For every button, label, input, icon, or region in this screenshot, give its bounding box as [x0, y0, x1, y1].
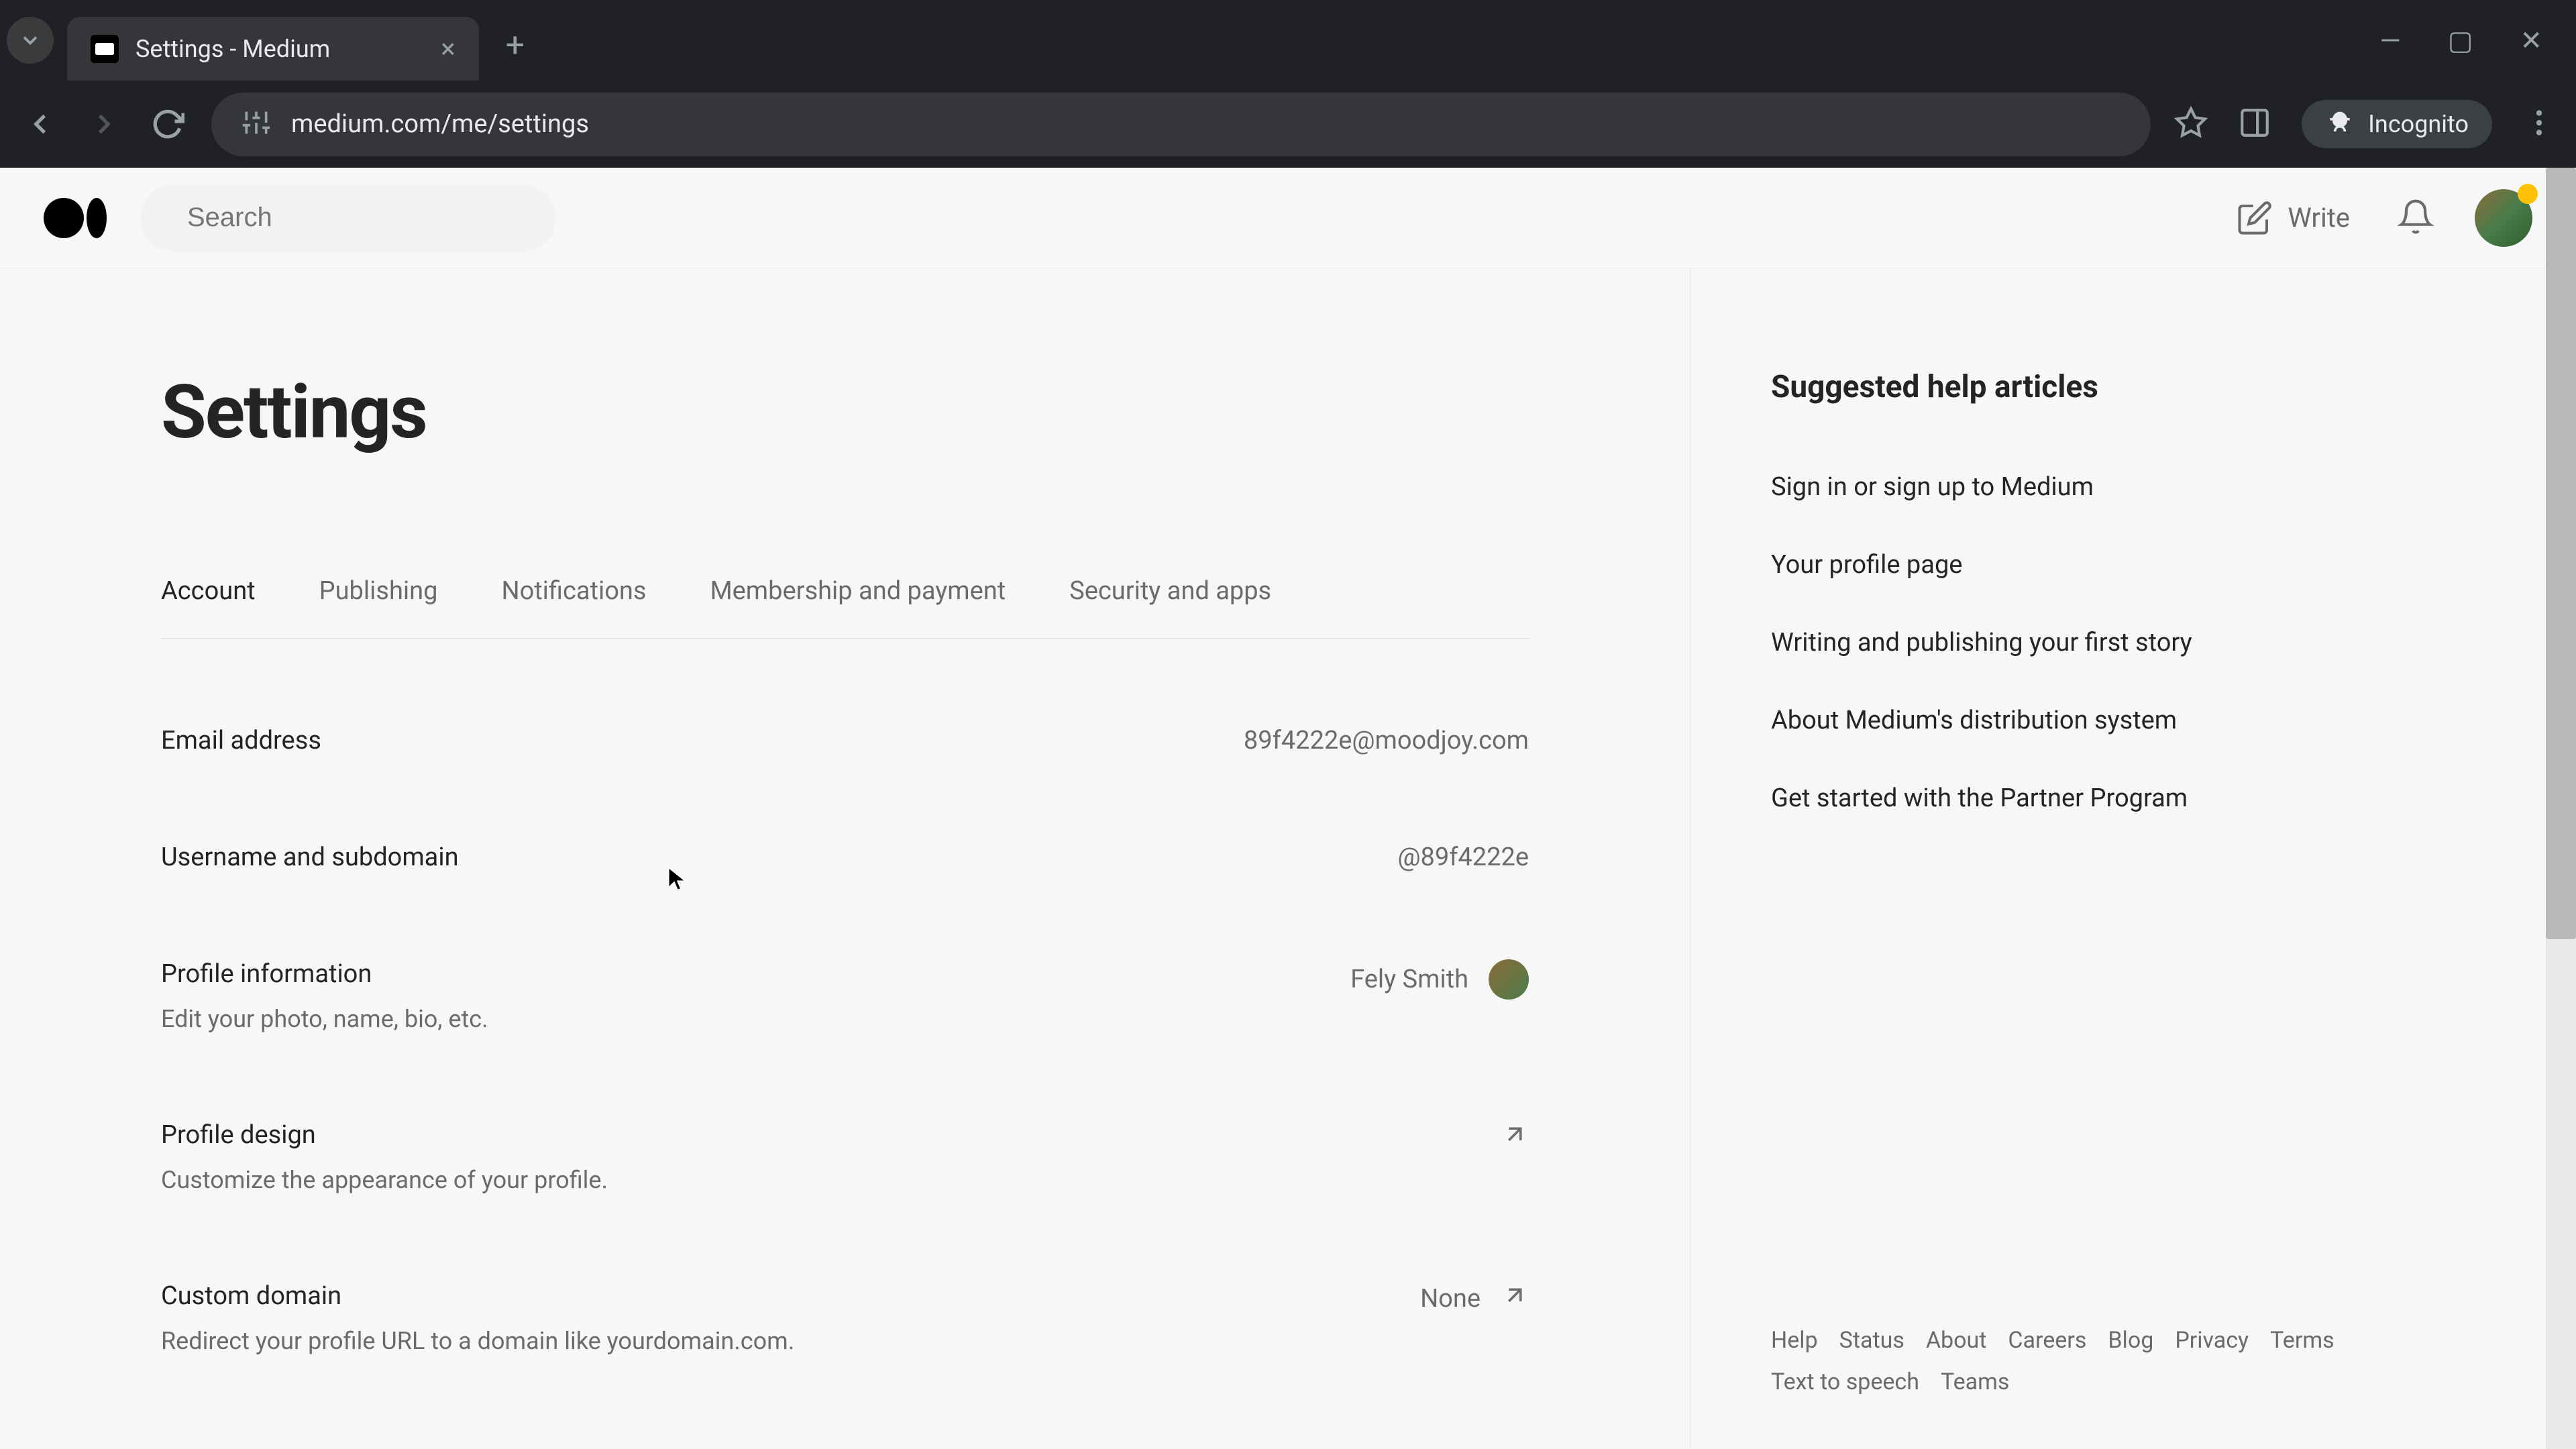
tab-title: Settings - Medium [136, 35, 330, 63]
window-controls: — ▢ ✕ [2379, 25, 2576, 56]
tab-notifications[interactable]: Notifications [501, 576, 646, 606]
profile-mini-avatar [1489, 959, 1529, 1000]
external-link-icon [1501, 1281, 1529, 1316]
browser-menu-button[interactable] [2522, 106, 2556, 142]
custom-domain-value: None [1420, 1284, 1481, 1313]
username-label: Username and subdomain [161, 843, 459, 872]
footer-status[interactable]: Status [1839, 1327, 1904, 1354]
incognito-badge[interactable]: Incognito [2302, 100, 2492, 148]
setting-profile-info[interactable]: Profile information Edit your photo, nam… [161, 959, 1529, 1033]
scrollbar-track[interactable] [2546, 168, 2576, 1449]
email-label: Email address [161, 726, 321, 755]
help-link-writing[interactable]: Writing and publishing your first story [1771, 628, 2395, 657]
external-link-icon [1501, 1120, 1529, 1155]
browser-chrome: Settings - Medium × + — ▢ ✕ medium.com/m… [0, 0, 2576, 168]
url-bar[interactable]: medium.com/me/settings [211, 93, 2151, 156]
minimize-button[interactable]: — [2379, 25, 2400, 56]
back-button[interactable] [20, 104, 60, 144]
profile-design-desc: Customize the appearance of your profile… [161, 1166, 608, 1194]
write-icon [2237, 200, 2273, 236]
scrollbar-thumb[interactable] [2546, 168, 2576, 939]
close-window-button[interactable]: ✕ [2520, 25, 2542, 56]
footer-terms[interactable]: Terms [2270, 1327, 2334, 1354]
help-link-profile[interactable]: Your profile page [1771, 550, 2395, 580]
browser-tab[interactable]: Settings - Medium × [67, 17, 479, 80]
footer-help[interactable]: Help [1771, 1327, 1818, 1354]
write-label: Write [2288, 202, 2350, 233]
help-link-partner[interactable]: Get started with the Partner Program [1771, 784, 2395, 813]
setting-custom-domain[interactable]: Custom domain Redirect your profile URL … [161, 1281, 1529, 1355]
forward-button[interactable] [84, 104, 124, 144]
setting-email[interactable]: Email address 89f4222e@moodjoy.com [161, 726, 1529, 755]
browser-toolbar: medium.com/me/settings Incognito [0, 80, 2576, 168]
profile-info-value: Fely Smith [1350, 965, 1468, 994]
custom-domain-label: Custom domain [161, 1281, 794, 1311]
main-panel: Settings Account Publishing Notification… [0, 268, 1690, 1449]
new-tab-button[interactable]: + [506, 26, 525, 65]
tab-account[interactable]: Account [161, 576, 256, 606]
footer-careers[interactable]: Careers [2008, 1327, 2086, 1354]
tab-search-dropdown[interactable] [7, 17, 54, 64]
footer-links: Help Status About Careers Blog Privacy T… [1771, 1327, 2395, 1449]
bookmark-button[interactable] [2174, 106, 2208, 142]
profile-design-label: Profile design [161, 1120, 608, 1150]
setting-profile-design[interactable]: Profile design Customize the appearance … [161, 1120, 1529, 1194]
content: Settings Account Publishing Notification… [0, 268, 2576, 1449]
url-text: medium.com/me/settings [291, 109, 589, 139]
maximize-button[interactable]: ▢ [2448, 25, 2473, 56]
user-avatar[interactable] [2475, 189, 2532, 247]
sidebar: Suggested help articles Sign in or sign … [1690, 268, 2462, 1449]
email-value: 89f4222e@moodjoy.com [1244, 726, 1529, 755]
settings-tabs: Account Publishing Notifications Members… [161, 576, 1529, 639]
setting-username[interactable]: Username and subdomain @89f4222e [161, 843, 1529, 872]
search-box[interactable] [140, 184, 556, 252]
reload-button[interactable] [148, 104, 188, 144]
tab-favicon [91, 35, 119, 63]
notifications-button[interactable] [2397, 198, 2434, 238]
custom-domain-desc: Redirect your profile URL to a domain li… [161, 1327, 794, 1355]
page-title: Settings [161, 369, 1529, 455]
tab-security[interactable]: Security and apps [1069, 576, 1271, 606]
footer-privacy[interactable]: Privacy [2175, 1327, 2249, 1354]
incognito-label: Incognito [2368, 110, 2469, 138]
help-link-signin[interactable]: Sign in or sign up to Medium [1771, 472, 2395, 502]
help-link-distribution[interactable]: About Medium's distribution system [1771, 706, 2395, 735]
tab-close-button[interactable]: × [441, 33, 455, 64]
profile-info-desc: Edit your photo, name, bio, etc. [161, 1005, 488, 1033]
tab-strip: Settings - Medium × + — ▢ ✕ [0, 0, 2576, 80]
help-links: Sign in or sign up to Medium Your profil… [1771, 472, 2395, 813]
medium-header: Write [0, 168, 2576, 268]
footer-blog[interactable]: Blog [2108, 1327, 2153, 1354]
tab-membership[interactable]: Membership and payment [710, 576, 1006, 606]
sidebar-title: Suggested help articles [1771, 369, 2395, 405]
page: Write Settings Account Publishing Notifi… [0, 168, 2576, 1449]
bell-icon [2397, 198, 2434, 235]
search-input[interactable] [187, 203, 533, 233]
write-button[interactable]: Write [2237, 200, 2350, 236]
footer-teams[interactable]: Teams [1941, 1368, 2010, 1395]
side-panel-button[interactable] [2238, 106, 2271, 142]
member-star-icon [2518, 184, 2538, 204]
username-value: @89f4222e [1397, 843, 1529, 872]
site-settings-icon[interactable] [241, 108, 271, 140]
footer-tts[interactable]: Text to speech [1771, 1368, 1919, 1395]
profile-info-label: Profile information [161, 959, 488, 989]
footer-about[interactable]: About [1926, 1327, 1987, 1354]
tab-publishing[interactable]: Publishing [319, 576, 438, 606]
medium-logo[interactable] [44, 198, 107, 238]
